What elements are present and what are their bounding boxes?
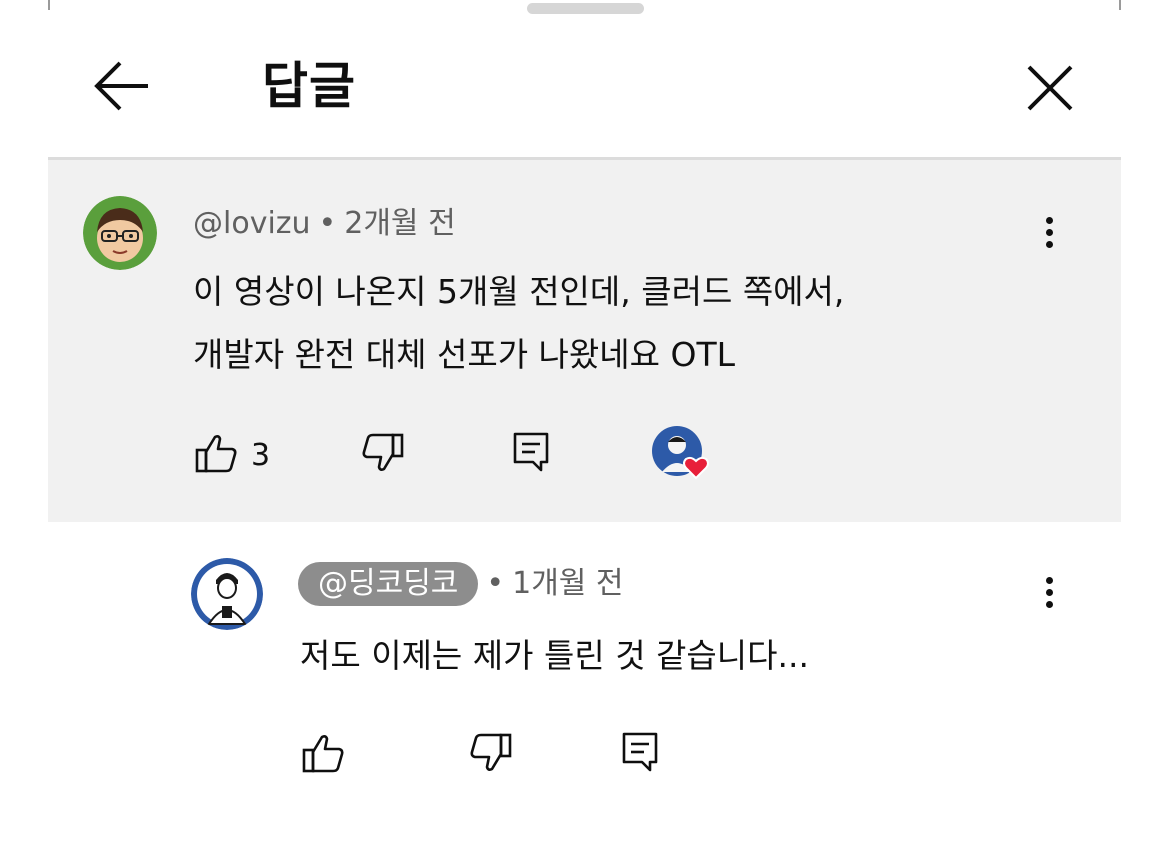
avatar-cartoon-icon	[191, 558, 263, 630]
creator-heart-badge	[652, 426, 716, 482]
comment-time: 1개월 전	[512, 566, 624, 601]
sheet-drag-handle[interactable]	[527, 3, 644, 14]
comment-menu-button[interactable]	[1034, 572, 1064, 622]
sheet-header: 답글	[0, 30, 1170, 150]
parent-comment: @lovizu • 2개월 전 이 영상이 나온지 5개월 전인데, 클러드 쪽에서…	[48, 160, 1121, 522]
thumbs-down-icon	[470, 733, 512, 771]
back-button[interactable]	[86, 50, 158, 122]
avatar[interactable]	[83, 196, 157, 270]
close-icon	[1027, 65, 1073, 111]
thumbs-up-icon	[195, 435, 237, 473]
comment-meta: @딩코딩코 • 1개월 전	[298, 562, 624, 606]
close-button[interactable]	[1014, 52, 1086, 124]
dislike-button[interactable]	[360, 430, 406, 476]
comment-text-line-1: 저도 이제는 제가 틀린 것 같습니다...	[300, 636, 809, 675]
comment-time: 2개월 전	[344, 206, 456, 241]
replies-sheet: 답글 @lovizu • 2개월 전 이 영상이 나온지 5개월 전인데, 클러…	[0, 0, 1170, 859]
reply-button[interactable]	[511, 430, 551, 474]
like-button[interactable]	[193, 430, 239, 476]
page-title: 답글	[262, 57, 356, 115]
comment-menu-button[interactable]	[1034, 212, 1064, 262]
arrow-left-icon	[94, 61, 148, 111]
creator-heart-icon	[652, 426, 709, 480]
sheet-edge-right	[1119, 0, 1121, 10]
reply-button[interactable]	[620, 730, 660, 774]
comment-meta: @lovizu • 2개월 전	[193, 204, 456, 244]
meta-separator: •	[318, 206, 337, 241]
avatar[interactable]	[191, 558, 263, 630]
like-button[interactable]	[300, 730, 346, 776]
reply-icon	[622, 732, 658, 772]
meta-separator: •	[486, 566, 505, 601]
kebab-menu-icon	[1034, 577, 1064, 608]
like-count: 3	[251, 438, 271, 473]
comment-text-line-1: 이 영상이 나온지 5개월 전인데, 클러드 쪽에서,	[193, 272, 845, 311]
comment-text-line-2: 개발자 완전 대체 선포가 나왔네요 OTL	[193, 335, 736, 374]
comment-author[interactable]: @lovizu	[193, 206, 311, 241]
dislike-button[interactable]	[468, 730, 514, 776]
reply-comment: @딩코딩코 • 1개월 전 저도 이제는 제가 틀린 것 같습니다...	[48, 522, 1121, 802]
thumbs-down-icon	[362, 433, 404, 471]
comment-author-chip[interactable]: @딩코딩코	[298, 562, 479, 606]
avatar-cartoon-icon	[83, 196, 157, 270]
sheet-edge-left	[48, 0, 50, 10]
kebab-menu-icon	[1034, 217, 1064, 248]
reply-icon	[513, 432, 549, 472]
thumbs-up-icon	[302, 735, 344, 773]
